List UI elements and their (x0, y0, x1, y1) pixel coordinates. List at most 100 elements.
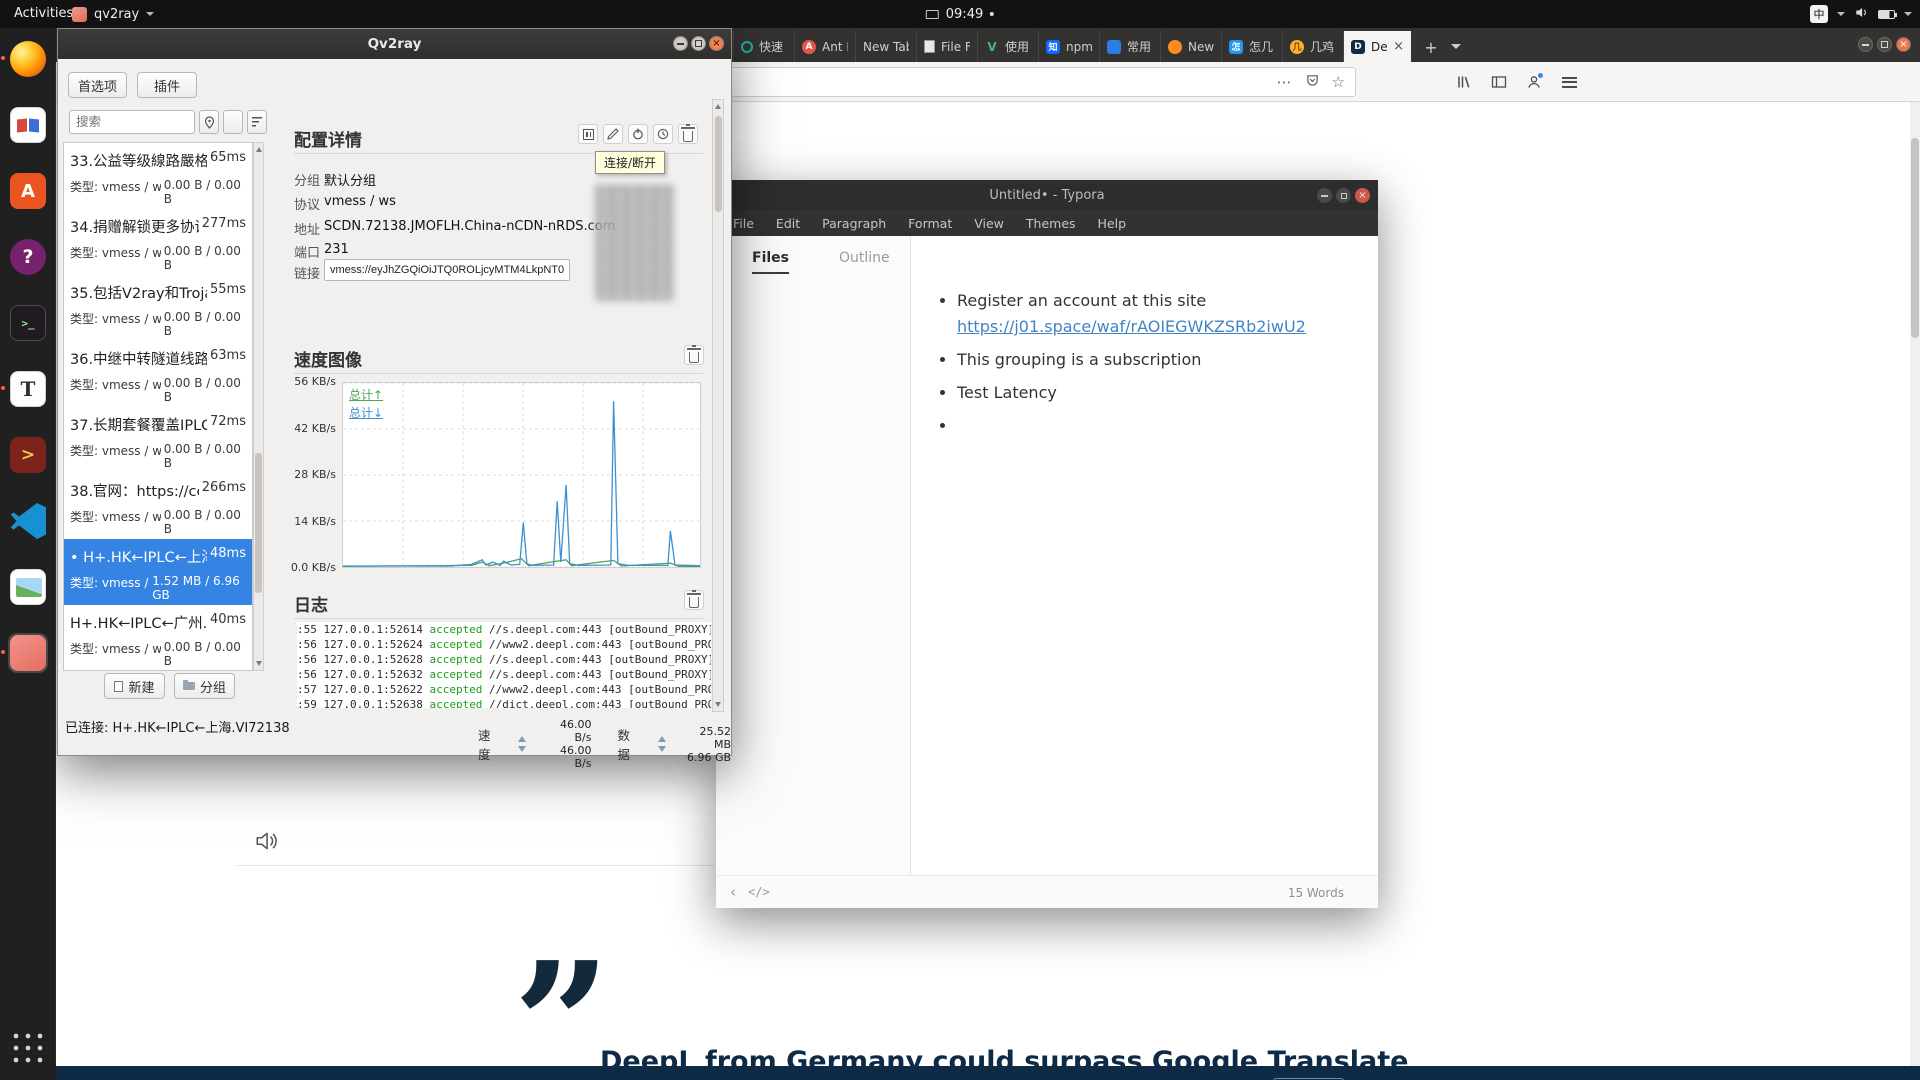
dock-item-help[interactable]: ? (8, 237, 48, 277)
subscription-link[interactable]: https://j01.space/waf/rAOIEGWKZSRb2iwU2 (957, 317, 1306, 336)
menu-view[interactable]: View (963, 216, 1015, 231)
location-pin-button[interactable] (199, 110, 219, 134)
browser-tab[interactable]: 怎怎几 (1221, 31, 1282, 62)
list-all-tabs-icon[interactable] (1451, 44, 1461, 49)
server-item[interactable]: 38.官网：https://cc.266ms类型: vmess / ws0.00… (64, 473, 252, 539)
list-item[interactable]: Test Latency (957, 380, 1337, 406)
menu-edit[interactable]: Edit (765, 216, 811, 231)
qv2ray-close-button[interactable]: × (709, 36, 724, 51)
list-item[interactable]: Register an account at this sitehttps://… (957, 288, 1337, 340)
plugins-button[interactable]: 插件 (137, 72, 197, 98)
tab-close-icon[interactable]: × (1393, 39, 1404, 54)
qv2ray-minimize-button[interactable] (673, 36, 688, 51)
dock-item-ubuntu-software[interactable]: A (8, 171, 48, 211)
pocket-icon[interactable] (1305, 73, 1320, 92)
browser-tab[interactable]: 知npm (1038, 31, 1099, 62)
share-link-input[interactable] (324, 259, 570, 281)
firefox-menu-icon[interactable] (1558, 70, 1580, 94)
server-item[interactable]: 35.包括V2ray和Troja55ms类型: vmess / ws0.00 B… (64, 275, 252, 341)
dock-item-typora[interactable]: T (8, 369, 48, 409)
dock-item-archive-app[interactable] (8, 105, 48, 145)
firefox-close-button[interactable]: × (1896, 37, 1911, 52)
page-scrollbar[interactable] (1910, 102, 1920, 1080)
menu-format[interactable]: Format (897, 216, 963, 231)
page-actions-icon[interactable]: ⋯ (1277, 73, 1293, 91)
firefox-maximize-button[interactable] (1877, 37, 1892, 52)
server-item[interactable]: 36.中继中转隧道线路63ms类型: vmess / ws0.00 B / 0.… (64, 341, 252, 407)
menu-paragraph[interactable]: Paragraph (811, 216, 897, 231)
qv2ray-titlebar[interactable]: Qv2ray × (58, 29, 731, 59)
browser-tab[interactable]: 几几鸡 (1282, 31, 1343, 62)
blank-button[interactable] (223, 110, 243, 134)
browser-tab[interactable]: New (1160, 31, 1221, 62)
qr-code-button[interactable] (578, 124, 598, 144)
listen-speaker-icon[interactable] (254, 830, 278, 856)
browser-tab[interactable]: File F (916, 31, 977, 62)
dock-item-red-arrow-app[interactable]: > (8, 435, 48, 475)
chevron-down-icon[interactable] (1837, 12, 1845, 16)
tab-files[interactable]: Files (752, 250, 789, 274)
dock-item-terminal[interactable]: >_ (8, 303, 48, 343)
sidebar-icon[interactable] (1488, 70, 1510, 94)
sort-button[interactable] (247, 110, 267, 134)
firefox-minimize-button[interactable] (1858, 37, 1873, 52)
qv2ray-maximize-button[interactable] (691, 36, 706, 51)
menu-themes[interactable]: Themes (1015, 216, 1087, 231)
app-menu[interactable]: qv2ray (72, 0, 154, 28)
list-item[interactable] (957, 413, 1337, 439)
new-tab-button[interactable]: + (1420, 36, 1442, 58)
clock[interactable]: 09:49 (926, 0, 994, 28)
terminal-icon: >_ (10, 305, 46, 341)
legend-total-up[interactable]: 总计↑ (349, 386, 383, 403)
tab-outline[interactable]: Outline (839, 250, 890, 274)
browser-tab-active-deepl[interactable]: D De × (1343, 31, 1411, 62)
dock-item-vscode[interactable] (8, 501, 48, 541)
server-list-scrollbar[interactable] (253, 142, 264, 671)
clear-log-button[interactable] (684, 590, 704, 610)
panel-scrollbar[interactable] (712, 99, 724, 712)
library-icon[interactable] (1453, 70, 1475, 94)
connect-toggle-button[interactable] (628, 124, 648, 144)
browser-tab[interactable]: AAnt D (794, 31, 855, 62)
server-item[interactable]: • H+.HK←IPLC←上海48ms类型: vmess / w1.52 MB … (64, 539, 252, 605)
dock-item-image-viewer[interactable] (8, 567, 48, 607)
new-server-button[interactable]: 新建 (104, 673, 165, 699)
account-icon[interactable] (1523, 70, 1545, 94)
source-mode-icon[interactable]: </> (748, 885, 770, 899)
battery-icon[interactable] (1878, 10, 1895, 19)
server-list[interactable]: 33.公益等级線路嚴格65ms类型: vmess / ws0.00 B / 0.… (63, 142, 253, 671)
menu-help[interactable]: Help (1087, 216, 1138, 231)
server-item[interactable]: 34.捐赠解锁更多协议277ms类型: vmess / ws0.00 B / 0… (64, 209, 252, 275)
typora-editor[interactable]: Register an account at this sitehttps://… (911, 236, 1378, 875)
clear-graph-button[interactable] (684, 345, 704, 365)
group-button[interactable]: 分组 (174, 673, 235, 699)
bookmark-star-icon[interactable]: ☆ (1332, 73, 1345, 91)
input-method-icon[interactable]: 中 (1810, 5, 1828, 23)
delete-button[interactable] (678, 124, 698, 144)
typora-maximize-button[interactable] (1336, 188, 1351, 203)
chevron-down-icon[interactable] (1904, 12, 1912, 16)
edit-button[interactable] (603, 124, 623, 144)
typora-close-button[interactable]: × (1355, 188, 1370, 203)
url-bar[interactable]: ⋯ ☆ (715, 67, 1356, 97)
volume-icon[interactable] (1854, 6, 1869, 23)
legend-total-down[interactable]: 总计↓ (349, 404, 383, 421)
browser-tab[interactable]: New Tab (855, 31, 916, 62)
server-item[interactable]: H+.HK←IPLC←广州.V40ms类型: vmess / ws0.00 B … (64, 605, 252, 671)
dock-item-qv2ray[interactable] (8, 633, 48, 673)
typora-titlebar[interactable]: Untitled• - Typora × (716, 180, 1378, 210)
browser-tab[interactable]: 常用 (1099, 31, 1160, 62)
browser-tab[interactable]: V使用 (977, 31, 1038, 62)
latency-test-button[interactable] (653, 124, 673, 144)
show-applications-icon[interactable] (10, 1030, 46, 1066)
log-output[interactable]: :55 127.0.0.1:52614 accepted //s.deepl.c… (297, 622, 711, 708)
browser-tab[interactable]: 快速 (733, 31, 794, 62)
search-input[interactable] (69, 110, 195, 134)
server-item[interactable]: 33.公益等级線路嚴格65ms类型: vmess / ws0.00 B / 0.… (64, 143, 252, 209)
dock-item-firefox[interactable] (8, 39, 48, 79)
preferences-button[interactable]: 首选项 (68, 72, 127, 98)
typora-minimize-button[interactable] (1317, 188, 1332, 203)
list-item[interactable]: This grouping is a subscription (957, 347, 1337, 373)
server-item[interactable]: 37.长期套餐覆盖IPLC72ms类型: vmess / ws0.00 B / … (64, 407, 252, 473)
sidebar-collapse-icon[interactable]: ‹ (724, 883, 742, 901)
